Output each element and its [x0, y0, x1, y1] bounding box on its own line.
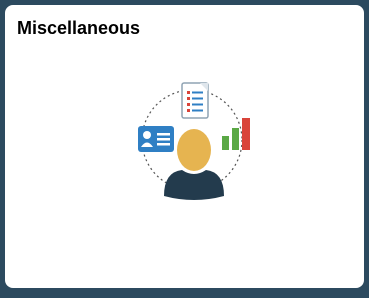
checklist-icon: [181, 82, 209, 119]
miscellaneous-icon: [138, 82, 250, 200]
tile-title: Miscellaneous: [17, 18, 141, 38]
miscellaneous-tile[interactable]: Miscellaneous: [5, 5, 364, 288]
bar-chart-icon: [222, 118, 250, 150]
profile-card-icon: [138, 126, 174, 152]
